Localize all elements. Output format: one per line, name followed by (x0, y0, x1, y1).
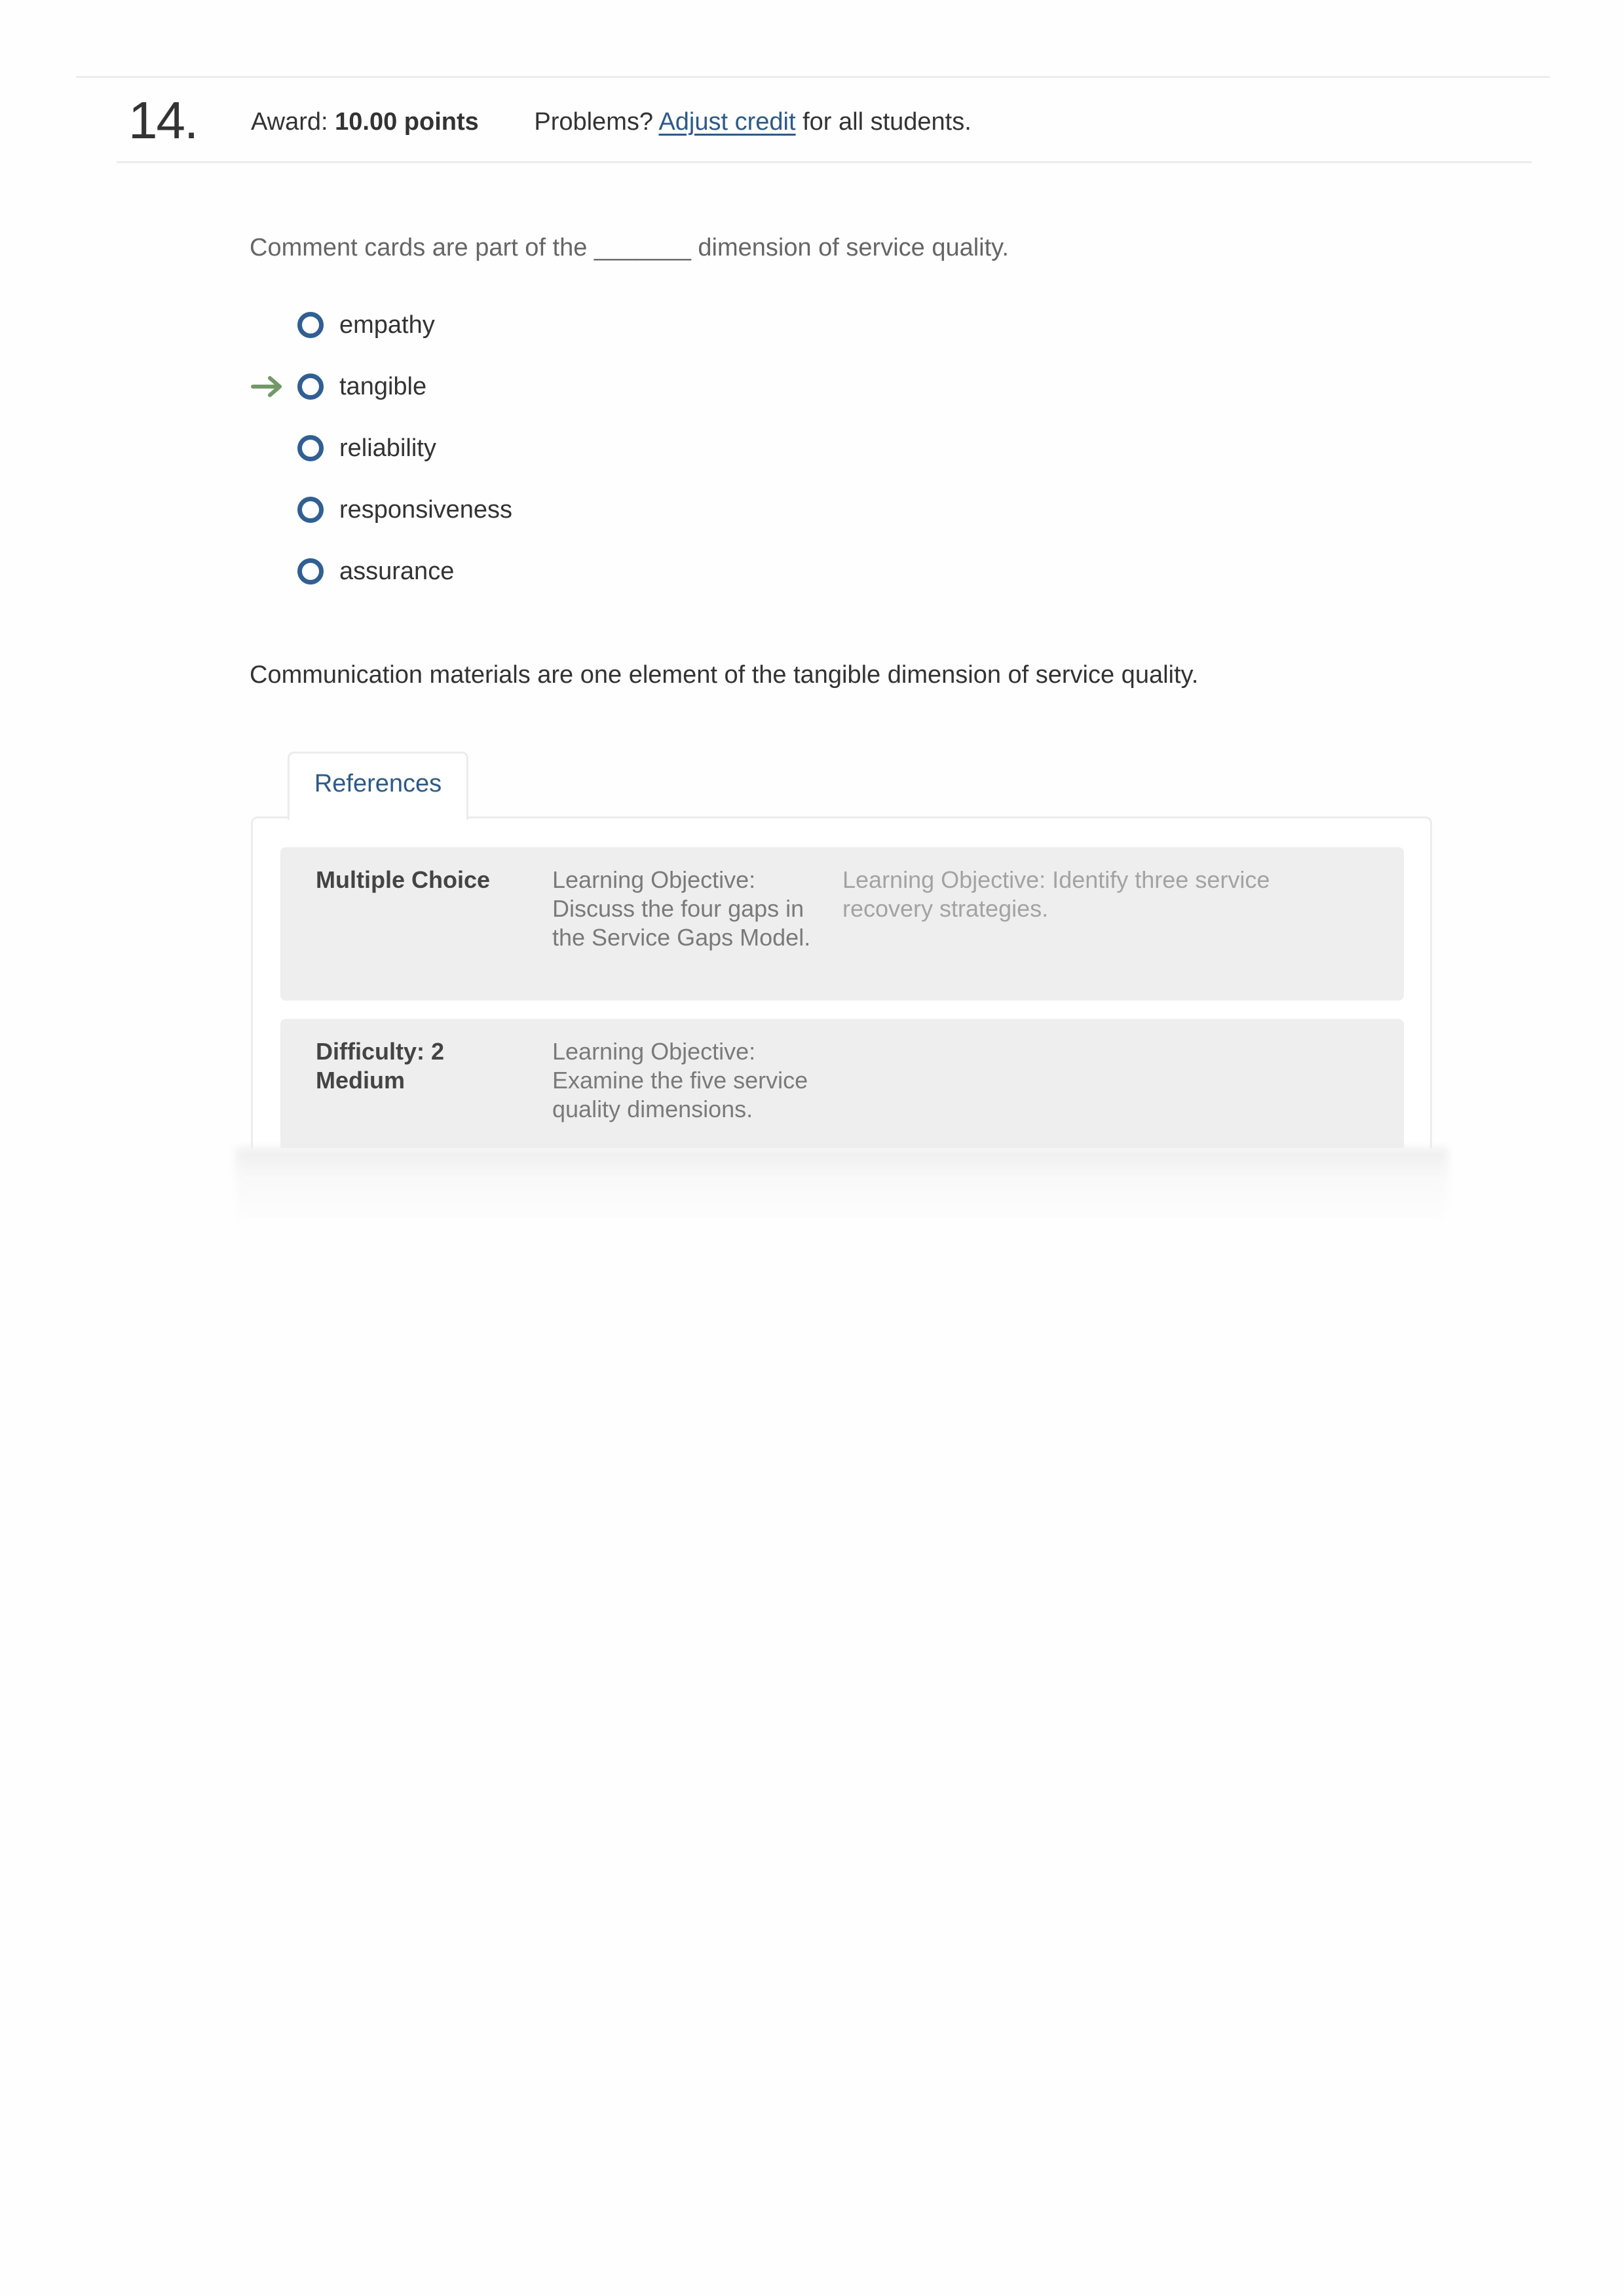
problems-prefix: Problems? (534, 108, 659, 136)
reference-type: Multiple Choice (316, 866, 491, 893)
reference-row: Difficulty: 2 Medium Learning Objective:… (280, 1019, 1404, 1148)
references-panel: Multiple Choice Learning Objective: Disc… (251, 816, 1432, 1148)
radio-button[interactable] (297, 558, 324, 584)
arrow-slot (250, 312, 297, 338)
arrow-slot (250, 558, 297, 584)
option-label: empathy (339, 311, 435, 339)
reference-objective: Learning Objective: Examine the five ser… (552, 1038, 808, 1122)
question-number: 14. (128, 91, 198, 149)
answer-options: empathy tangible reliability responsiven… (250, 294, 512, 602)
answer-explanation: Communication materials are one element … (250, 661, 1199, 689)
answer-option[interactable]: responsiveness (250, 479, 512, 541)
option-label: tangible (339, 373, 427, 400)
reference-objective: Learning Objective: Discuss the four gap… (552, 866, 811, 951)
question-prompt: Comment cards are part of the _______ di… (250, 234, 1009, 261)
answer-option[interactable]: assurance (250, 541, 512, 602)
answer-option[interactable]: reliability (250, 417, 512, 479)
reference-row: Multiple Choice Learning Objective: Disc… (280, 847, 1404, 1001)
option-label: reliability (339, 434, 436, 462)
top-divider (76, 76, 1550, 78)
option-label: assurance (339, 558, 455, 585)
arrow-right-icon (250, 373, 297, 400)
radio-button[interactable] (297, 497, 324, 523)
reference-difficulty: Difficulty: 2 Medium (316, 1038, 445, 1094)
radio-button[interactable] (297, 312, 324, 338)
arrow-slot (250, 435, 297, 461)
reference-objective-secondary: Learning Objective: Identify three servi… (842, 866, 1270, 922)
tab-references-label: References (314, 770, 442, 797)
radio-button[interactable] (297, 435, 324, 461)
answer-option-correct[interactable]: tangible (250, 356, 512, 417)
panel-fade-shadow (236, 1148, 1448, 1227)
problems-text: Problems? Adjust credit for all students… (534, 108, 971, 136)
radio-button[interactable] (297, 373, 324, 400)
answer-option[interactable]: empathy (250, 294, 512, 356)
header-divider (117, 161, 1532, 163)
award-value: 10.00 points (335, 108, 479, 136)
tab-references[interactable]: References (288, 752, 468, 820)
award-label: Award: (251, 108, 335, 136)
problems-suffix: for all students. (795, 108, 972, 136)
option-label: responsiveness (339, 496, 513, 524)
adjust-credit-link[interactable]: Adjust credit (658, 108, 795, 136)
question-header: Award: 10.00 points Problems? Adjust cre… (251, 106, 972, 138)
arrow-slot (250, 497, 297, 523)
